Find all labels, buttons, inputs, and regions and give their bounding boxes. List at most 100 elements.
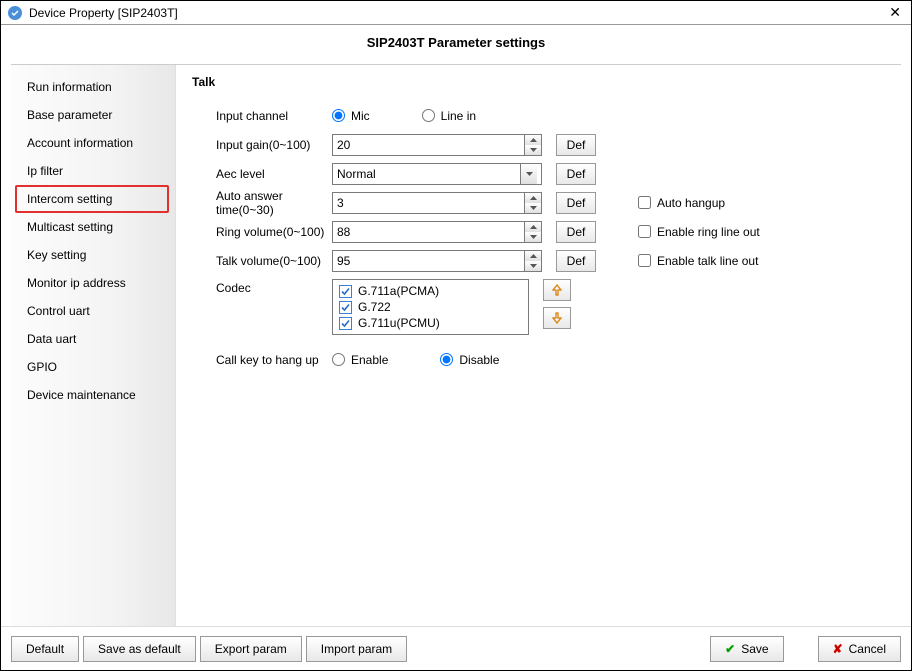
codec-label: Codec — [192, 279, 332, 295]
radio-line-in-label: Line in — [441, 109, 476, 123]
input-channel-label: Input channel — [192, 109, 332, 123]
checkbox-checked-icon — [339, 285, 352, 298]
titlebar: Device Property [SIP2403T] ✕ — [1, 1, 911, 25]
enable-talk-checkbox[interactable]: Enable talk line out — [638, 254, 758, 268]
input-gain-label: Input gain(0~100) — [192, 138, 332, 152]
sidebar-item-base-param[interactable]: Base parameter — [11, 101, 175, 129]
cancel-button[interactable]: ✘ Cancel — [818, 636, 901, 662]
main-area: Run information Base parameter Account i… — [11, 64, 901, 626]
radio-mic[interactable]: Mic — [332, 109, 370, 123]
sidebar-item-intercom[interactable]: Intercom setting — [15, 185, 169, 213]
sidebar-item-account-info[interactable]: Account information — [11, 129, 175, 157]
radio-disable-label: Disable — [459, 353, 499, 367]
auto-hangup-checkbox[interactable]: Auto hangup — [638, 196, 725, 210]
auto-answer-label: Auto answer time(0~30) — [192, 189, 332, 217]
device-property-window: Device Property [SIP2403T] ✕ SIP2403T Pa… — [0, 0, 912, 671]
checkbox-checked-icon — [339, 317, 352, 330]
auto-answer-up-icon[interactable] — [525, 193, 541, 203]
radio-enable[interactable]: Enable — [332, 353, 388, 367]
ring-volume-input[interactable] — [333, 222, 524, 242]
sidebar-item-monitor-ip[interactable]: Monitor ip address — [11, 269, 175, 297]
codec-item-label: G.711a(PCMA) — [358, 284, 439, 298]
sidebar-item-key-setting[interactable]: Key setting — [11, 241, 175, 269]
input-gain-input[interactable] — [333, 135, 524, 155]
codec-item-pcma[interactable]: G.711a(PCMA) — [339, 283, 522, 299]
close-icon[interactable]: ✕ — [885, 4, 905, 21]
talk-volume-down-icon[interactable] — [525, 261, 541, 271]
sidebar-item-control-uart[interactable]: Control uart — [11, 297, 175, 325]
import-param-button[interactable]: Import param — [306, 636, 407, 662]
auto-hangup-label: Auto hangup — [657, 196, 725, 210]
content-panel: Talk Input channel Mic Line in Input gai… — [176, 65, 901, 626]
sidebar-item-data-uart[interactable]: Data uart — [11, 325, 175, 353]
ring-volume-spinner[interactable] — [332, 221, 542, 243]
input-gain-def-button[interactable]: Def — [556, 134, 596, 156]
talk-heading: Talk — [192, 75, 885, 89]
sidebar-item-ip-filter[interactable]: Ip filter — [11, 157, 175, 185]
enable-ring-label: Enable ring line out — [657, 225, 760, 239]
ring-volume-down-icon[interactable] — [525, 232, 541, 242]
sidebar: Run information Base parameter Account i… — [11, 65, 176, 626]
codec-item-pcmu[interactable]: G.711u(PCMU) — [339, 315, 522, 331]
arrow-down-icon — [551, 312, 563, 324]
x-icon: ✘ — [833, 642, 843, 656]
enable-talk-input[interactable] — [638, 254, 651, 267]
checkbox-checked-icon — [339, 301, 352, 314]
talk-volume-spinner[interactable] — [332, 250, 542, 272]
radio-disable-input[interactable] — [440, 353, 453, 366]
chevron-down-icon — [520, 164, 537, 184]
aec-level-value: Normal — [337, 167, 376, 181]
save-as-default-button[interactable]: Save as default — [83, 636, 196, 662]
radio-enable-input[interactable] — [332, 353, 345, 366]
codec-item-g722[interactable]: G.722 — [339, 299, 522, 315]
sidebar-item-device-maint[interactable]: Device maintenance — [11, 381, 175, 409]
talk-volume-input[interactable] — [333, 251, 524, 271]
codec-listbox[interactable]: G.711a(PCMA) G.722 G.711u(PCMU) — [332, 279, 529, 335]
aec-level-select[interactable]: Normal — [332, 163, 542, 185]
auto-answer-spinner[interactable] — [332, 192, 542, 214]
auto-hangup-input[interactable] — [638, 196, 651, 209]
export-param-button[interactable]: Export param — [200, 636, 302, 662]
auto-answer-def-button[interactable]: Def — [556, 192, 596, 214]
window-title: Device Property [SIP2403T] — [29, 6, 885, 20]
radio-line-in[interactable]: Line in — [422, 109, 476, 123]
codec-move-down-button[interactable] — [543, 307, 571, 329]
radio-disable[interactable]: Disable — [440, 353, 499, 367]
auto-answer-input[interactable] — [333, 193, 524, 213]
check-icon: ✔ — [725, 642, 735, 656]
ring-volume-def-button[interactable]: Def — [556, 221, 596, 243]
cancel-label: Cancel — [849, 642, 886, 656]
default-button[interactable]: Default — [11, 636, 79, 662]
bottom-toolbar: Default Save as default Export param Imp… — [1, 626, 911, 670]
page-title: SIP2403T Parameter settings — [1, 25, 911, 64]
codec-move-up-button[interactable] — [543, 279, 571, 301]
talk-volume-def-button[interactable]: Def — [556, 250, 596, 272]
input-gain-spinner[interactable] — [332, 134, 542, 156]
auto-answer-down-icon[interactable] — [525, 203, 541, 213]
aec-level-label: Aec level — [192, 167, 332, 181]
aec-level-def-button[interactable]: Def — [556, 163, 596, 185]
codec-item-label: G.711u(PCMU) — [358, 316, 440, 330]
input-gain-down-icon[interactable] — [525, 145, 541, 155]
radio-mic-input[interactable] — [332, 109, 345, 122]
sidebar-item-run-info[interactable]: Run information — [11, 73, 175, 101]
radio-line-in-input[interactable] — [422, 109, 435, 122]
enable-talk-label: Enable talk line out — [657, 254, 758, 268]
enable-ring-input[interactable] — [638, 225, 651, 238]
codec-item-label: G.722 — [358, 300, 391, 314]
save-button[interactable]: ✔ Save — [710, 636, 783, 662]
arrow-up-icon — [551, 284, 563, 296]
sidebar-item-gpio[interactable]: GPIO — [11, 353, 175, 381]
radio-mic-label: Mic — [351, 109, 370, 123]
radio-enable-label: Enable — [351, 353, 388, 367]
ring-volume-label: Ring volume(0~100) — [192, 225, 332, 239]
input-gain-up-icon[interactable] — [525, 135, 541, 145]
sidebar-item-multicast[interactable]: Multicast setting — [11, 213, 175, 241]
ring-volume-up-icon[interactable] — [525, 222, 541, 232]
talk-volume-up-icon[interactable] — [525, 251, 541, 261]
app-icon — [7, 5, 23, 21]
enable-ring-checkbox[interactable]: Enable ring line out — [638, 225, 760, 239]
talk-volume-label: Talk volume(0~100) — [192, 254, 332, 268]
call-key-label: Call key to hang up — [192, 353, 332, 367]
save-label: Save — [741, 642, 768, 656]
